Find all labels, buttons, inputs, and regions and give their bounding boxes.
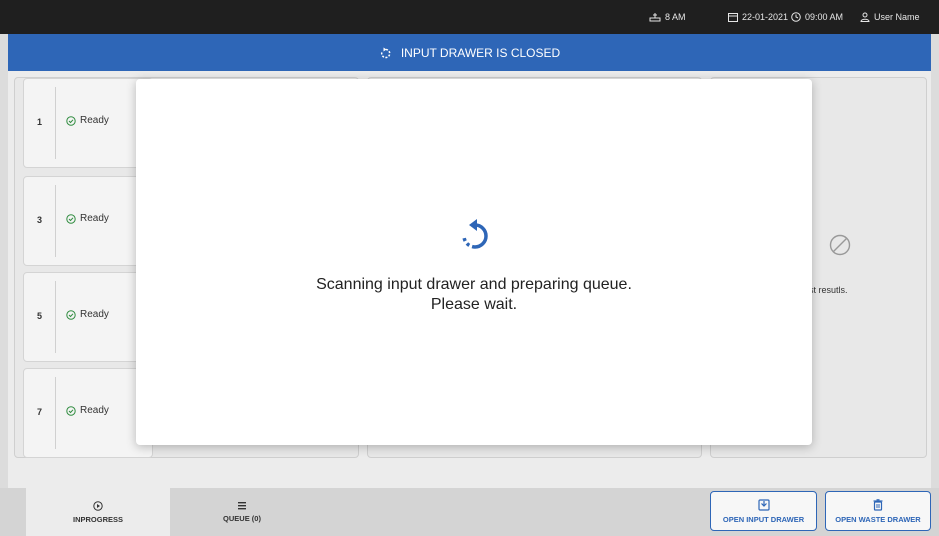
open-waste-drawer-label: OPEN WASTE DRAWER xyxy=(835,514,921,524)
temperature-value: 8 AM xyxy=(665,12,686,22)
slot-divider xyxy=(55,185,56,257)
temperature-indicator: 8 AM xyxy=(649,12,686,22)
no-results-icon xyxy=(829,234,851,256)
slot-status: Ready xyxy=(66,309,109,320)
refresh-icon xyxy=(380,47,391,58)
date-value: 22-01-2021 xyxy=(742,12,789,22)
user-icon xyxy=(860,12,870,22)
check-circle-icon xyxy=(66,309,76,320)
check-circle-icon xyxy=(66,213,76,224)
date-indicator: 22-01-2021 xyxy=(728,12,788,22)
open-input-drawer-button[interactable]: OPEN INPUT DRAWER xyxy=(710,491,817,531)
slot-number: 3 xyxy=(37,215,43,225)
scanning-message-line1: Scanning input drawer and preparing queu… xyxy=(316,276,632,293)
slot-status: Ready xyxy=(66,115,109,126)
play-circle-icon xyxy=(93,500,103,511)
banner-text: INPUT DRAWER IS CLOSED xyxy=(400,45,561,60)
slot-status-label: Ready xyxy=(80,115,109,126)
calendar-icon xyxy=(728,13,738,22)
slot-status: Ready xyxy=(66,213,109,224)
slot-card[interactable]: 3 Ready xyxy=(23,176,153,266)
scanning-message: Scanning input drawer and preparing queu… xyxy=(136,275,812,315)
slot-card[interactable]: 1 Ready xyxy=(23,78,153,168)
bottom-bar: INPROGRESS QUEUE (0) OPEN INPUT DRAWER O… xyxy=(0,488,939,536)
clock-icon xyxy=(791,12,801,22)
slot-status-label: Ready xyxy=(80,213,109,224)
tab-queue-label: QUEUE (0) xyxy=(223,514,261,523)
scanning-dialog: Scanning input drawer and preparing queu… xyxy=(136,79,812,445)
slot-status: Ready xyxy=(66,405,109,416)
slot-status-label: Ready xyxy=(80,405,109,416)
slot-divider xyxy=(55,87,56,159)
user-name: User Name xyxy=(874,12,920,22)
slot-card[interactable]: 5 Ready xyxy=(23,272,153,362)
scanning-message-line2: Please wait. xyxy=(430,296,518,313)
slot-divider xyxy=(55,377,56,449)
slot-divider xyxy=(55,281,56,353)
open-input-drawer-label: OPEN INPUT DRAWER xyxy=(722,514,805,524)
slot-number: 7 xyxy=(37,407,43,417)
input-drawer-icon xyxy=(757,498,770,511)
drawer-status-banner: INPUT DRAWER IS CLOSED xyxy=(8,34,931,71)
status-bar: 8 AM 22-01-2021 09:00 AM User Name xyxy=(0,0,939,34)
trash-icon xyxy=(873,498,883,511)
scanning-spinner-icon xyxy=(462,219,488,249)
slot-number: 1 xyxy=(37,117,43,127)
slot-status-label: Ready xyxy=(80,309,109,320)
tab-queue[interactable]: QUEUE (0) xyxy=(170,488,314,536)
tab-inprogress[interactable]: INPROGRESS xyxy=(26,488,170,536)
check-circle-icon xyxy=(66,405,76,416)
user-indicator[interactable]: User Name xyxy=(860,12,920,22)
thermometer-icon xyxy=(649,13,661,22)
tab-inprogress-label: INPROGRESS xyxy=(72,514,123,524)
slot-number: 5 xyxy=(37,311,43,321)
check-circle-icon xyxy=(66,115,76,126)
time-indicator: 09:00 AM xyxy=(791,12,843,22)
time-value: 09:00 AM xyxy=(805,12,844,22)
open-waste-drawer-button[interactable]: OPEN WASTE DRAWER xyxy=(825,491,931,531)
slot-card[interactable]: 7 Ready xyxy=(23,368,153,458)
results-empty-text: st resutls. xyxy=(809,285,848,295)
list-icon xyxy=(238,502,246,510)
